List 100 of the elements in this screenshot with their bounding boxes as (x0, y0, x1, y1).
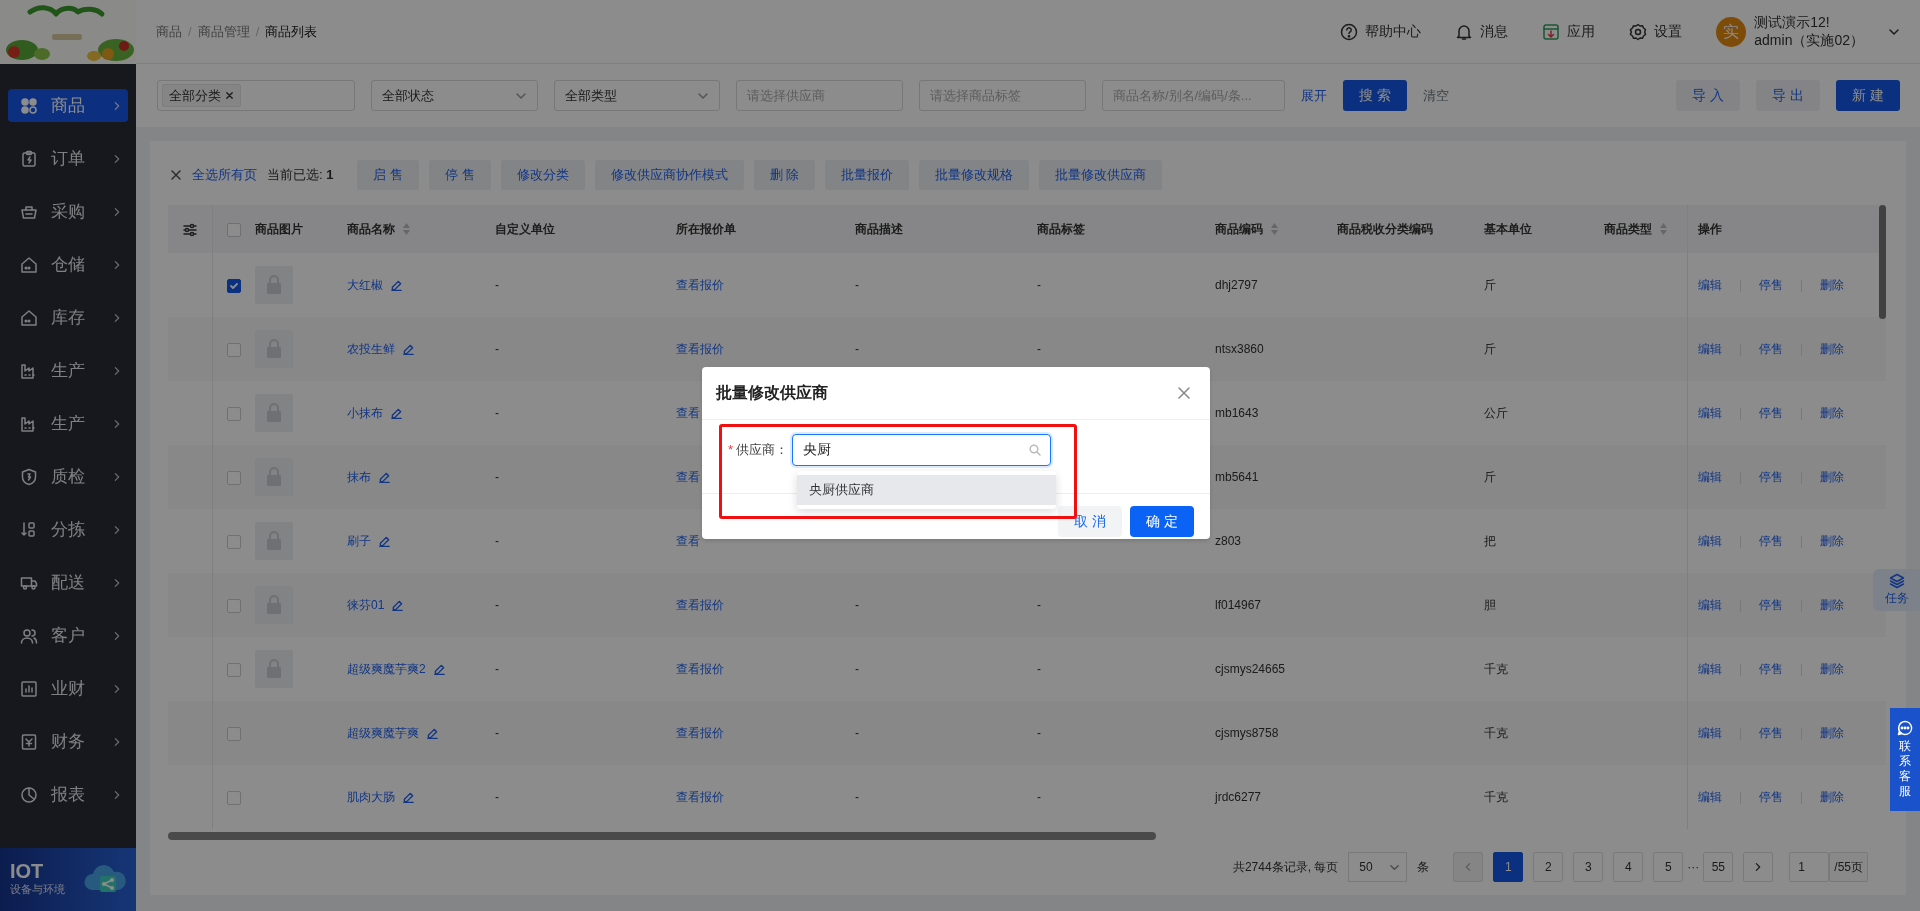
breadcrumb-item[interactable]: 商品管理 (197, 21, 250, 42)
row-action-link[interactable]: 编辑 (1697, 726, 1722, 740)
edit-icon[interactable] (391, 407, 402, 419)
support-tab[interactable]: 联系客服 (1890, 708, 1920, 811)
scrollbar[interactable] (168, 832, 1156, 840)
action-button[interactable]: 导 入 (1676, 80, 1741, 111)
row-action-link[interactable]: 编辑 (1697, 534, 1722, 548)
row-action-link[interactable]: 编辑 (1697, 470, 1722, 484)
product-link[interactable]: 肌肉大肠 (347, 788, 395, 806)
close-icon[interactable] (225, 91, 234, 100)
page-button[interactable]: 3 (1573, 852, 1604, 882)
row-action-link[interactable]: 编辑 (1697, 278, 1722, 292)
sort-icon[interactable] (1271, 223, 1278, 235)
batch-button[interactable]: 停 售 (429, 160, 491, 190)
row-action-link[interactable]: 删除 (1819, 790, 1844, 804)
batch-button[interactable]: 修改分类 (500, 160, 585, 190)
product-link[interactable]: 徕芬01 (347, 596, 385, 614)
quote-link[interactable]: 查看 (676, 534, 700, 548)
menu-item[interactable]: 采购 (8, 195, 128, 228)
product-link[interactable]: 大红椒 (347, 276, 383, 294)
sort-icon[interactable] (1660, 223, 1667, 235)
row-action-link[interactable]: 编辑 (1697, 342, 1722, 356)
menu-item[interactable]: 分拣 (8, 513, 128, 546)
page-button[interactable]: 2 (1533, 852, 1564, 882)
next-page-button[interactable] (1743, 852, 1774, 882)
action-button[interactable]: 新 建 (1836, 80, 1900, 111)
header-link[interactable]: 帮助中心 (1340, 21, 1422, 42)
confirm-button[interactable]: 确 定 (1130, 506, 1194, 537)
row-action-link[interactable]: 删除 (1819, 342, 1844, 356)
row-action-link[interactable]: 停售 (1758, 470, 1783, 484)
row-action-link[interactable]: 停售 (1758, 534, 1783, 548)
header-link[interactable]: 消息 (1455, 21, 1509, 42)
menu-item[interactable]: 仓储 (8, 248, 128, 281)
row-action-link[interactable]: 停售 (1758, 342, 1783, 356)
expand-link[interactable]: 展开 (1301, 85, 1327, 106)
row-action-link[interactable]: 删除 (1819, 278, 1844, 292)
page-button[interactable]: 1 (1493, 852, 1524, 882)
product-link[interactable]: 刷子 (347, 532, 371, 550)
batch-button[interactable]: 修改供应商协作模式 (594, 160, 744, 190)
row-action-link[interactable]: 删除 (1819, 662, 1844, 676)
batch-button[interactable]: 批量修改供应商 (1039, 160, 1163, 190)
row-action-link[interactable]: 停售 (1758, 406, 1783, 420)
product-link[interactable]: 抹布 (347, 468, 371, 486)
quote-link[interactable]: 查看报价 (676, 342, 724, 356)
dropdown-option[interactable]: 央厨供应商 (797, 475, 1056, 505)
task-tab[interactable]: 任务 (1873, 569, 1920, 611)
prev-page-button[interactable] (1453, 852, 1484, 882)
header-link[interactable]: 应用 (1542, 21, 1596, 42)
menu-item[interactable]: 生产 (8, 354, 128, 387)
batch-button[interactable]: 批量修改规格 (919, 160, 1030, 190)
filter-select[interactable]: 全部状态 (371, 80, 538, 111)
breadcrumb-item[interactable]: 商品 (156, 21, 182, 42)
batch-button[interactable]: 批量报价 (825, 160, 910, 190)
quote-link[interactable]: 查看报价 (676, 278, 724, 292)
product-link[interactable]: 农投生鲜 (347, 340, 395, 358)
checkbox[interactable] (226, 278, 241, 293)
header-link[interactable]: 设置 (1629, 21, 1683, 42)
quote-link[interactable]: 查看报价 (676, 662, 724, 676)
row-action-link[interactable]: 删除 (1819, 598, 1844, 612)
edit-icon[interactable] (379, 535, 390, 547)
row-action-link[interactable]: 删除 (1819, 534, 1844, 548)
row-action-link[interactable]: 编辑 (1697, 662, 1722, 676)
page-button[interactable]: 5 (1653, 852, 1684, 882)
filter-select[interactable]: 全部类型 (554, 80, 720, 111)
action-button[interactable]: 导 出 (1756, 80, 1821, 111)
menu-item[interactable]: 订单 (8, 142, 128, 175)
menu-item[interactable]: 配送 (8, 566, 128, 599)
product-link[interactable]: 小抹布 (347, 404, 383, 422)
page-button[interactable]: 55 (1703, 852, 1734, 882)
product-link[interactable]: 超级爽魔芋爽2 (347, 660, 426, 678)
edit-icon[interactable] (379, 471, 390, 483)
batch-button[interactable]: 启 售 (357, 160, 420, 190)
clear-link[interactable]: 清空 (1422, 85, 1449, 106)
page-size-select[interactable]: 50 (1348, 852, 1408, 882)
quote-link[interactable]: 查看报价 (676, 790, 724, 804)
quote-link[interactable]: 查看 (676, 406, 700, 420)
menu-item[interactable]: 商品 (8, 89, 128, 122)
row-action-link[interactable]: 编辑 (1697, 598, 1722, 612)
row-action-link[interactable]: 编辑 (1697, 406, 1722, 420)
edit-icon[interactable] (403, 343, 414, 355)
sort-icon[interactable] (403, 223, 410, 235)
row-action-link[interactable]: 停售 (1758, 662, 1783, 676)
row-action-link[interactable]: 停售 (1758, 278, 1783, 292)
edit-icon[interactable] (391, 279, 402, 291)
supplier-field[interactable]: 央厨 (792, 434, 1052, 466)
category-select[interactable]: 全部分类 (157, 80, 355, 111)
menu-item[interactable]: 生产 (8, 407, 128, 440)
menu-item[interactable]: 客户 (8, 619, 128, 652)
product-link[interactable]: 超级爽魔芋爽 (347, 724, 419, 742)
row-action-link[interactable]: 删除 (1819, 470, 1844, 484)
banner[interactable]: IOT 设备与环境 (0, 848, 136, 911)
row-action-link[interactable]: 删除 (1819, 406, 1844, 420)
row-action-link[interactable]: 停售 (1758, 726, 1783, 740)
menu-item[interactable]: 财务 (8, 725, 128, 758)
quote-link[interactable]: 查看报价 (676, 726, 724, 740)
quote-link[interactable]: 查看 (676, 470, 700, 484)
close-icon[interactable] (170, 169, 182, 181)
menu-item[interactable]: 报表 (8, 778, 128, 811)
edit-icon[interactable] (403, 791, 414, 803)
scrollbar[interactable] (1879, 205, 1886, 319)
